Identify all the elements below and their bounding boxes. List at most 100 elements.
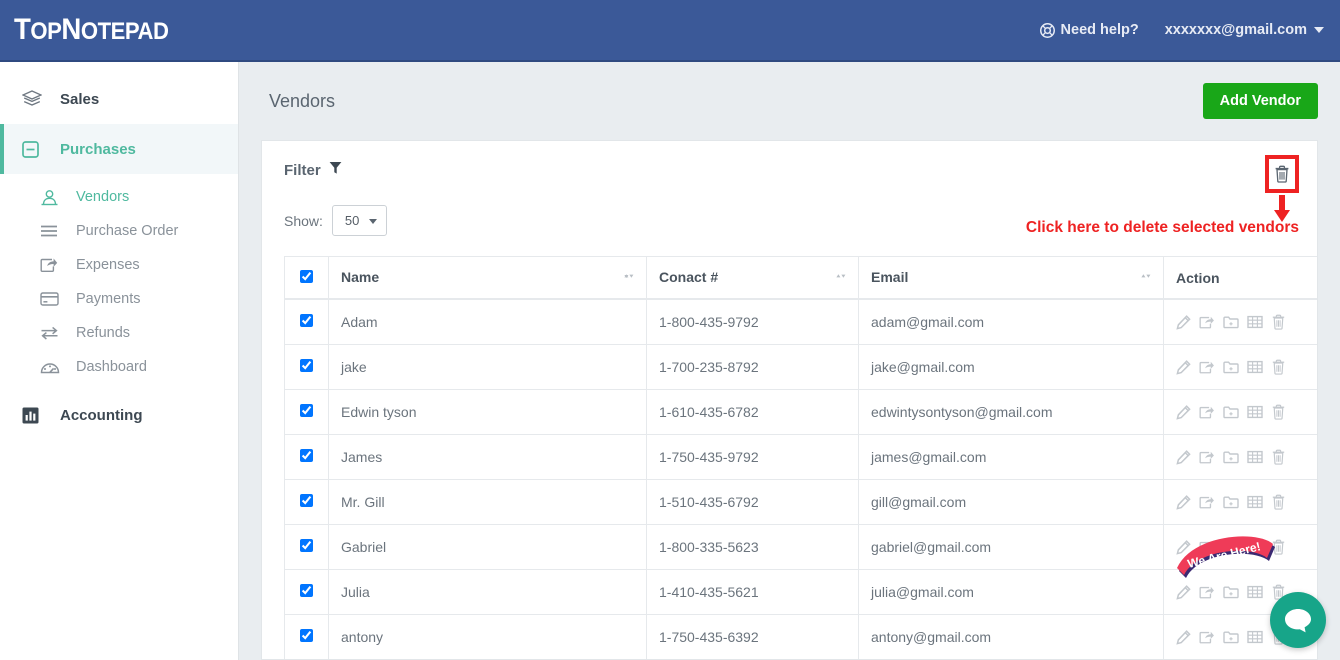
row-select-checkbox[interactable]: [300, 404, 313, 417]
row-action-table-icon[interactable]: [1247, 585, 1263, 599]
row-action-pencil-icon[interactable]: [1176, 314, 1191, 330]
row-action-pencil-icon[interactable]: [1176, 359, 1191, 375]
row-action-share-icon[interactable]: [1199, 360, 1215, 375]
show-entries-select[interactable]: 50: [331, 205, 387, 236]
sidebar-item-purchases[interactable]: Purchases: [0, 124, 238, 174]
row-action-table-icon[interactable]: [1247, 450, 1263, 464]
sidebar-item-vendors[interactable]: Vendors: [0, 180, 238, 214]
top-header-bar: TOPNOTEPAD Need help? xxxxxxx@gmail.com: [0, 0, 1340, 62]
row-action-group: [1176, 359, 1307, 375]
row-action-table-icon[interactable]: [1247, 315, 1263, 329]
row-select-checkbox[interactable]: [300, 359, 313, 372]
row-action-folder-icon[interactable]: [1223, 540, 1239, 554]
row-action-folder-icon[interactable]: [1223, 315, 1239, 329]
row-action-pencil-icon[interactable]: [1176, 449, 1191, 465]
cell-phone: 1-750-435-6392: [646, 614, 859, 659]
need-help-button[interactable]: Need help?: [1039, 22, 1139, 38]
need-help-label: Need help?: [1060, 22, 1139, 38]
row-select-checkbox[interactable]: [300, 449, 313, 462]
cell-name: antony: [328, 614, 647, 659]
column-header-contact[interactable]: Conact #: [646, 256, 859, 300]
row-action-group: [1176, 314, 1307, 330]
row-action-share-icon[interactable]: [1199, 540, 1215, 555]
row-action-pencil-icon[interactable]: [1176, 629, 1191, 645]
cell-name: James: [328, 434, 647, 480]
sidebar-item-sales-label: Sales: [60, 90, 100, 108]
row-action-share-icon[interactable]: [1199, 495, 1215, 510]
cell-phone: 1-410-435-5621: [646, 569, 859, 615]
sidebar-item-purchase-order[interactable]: Purchase Order: [0, 214, 238, 248]
column-header-name[interactable]: Name: [328, 256, 647, 300]
row-action-trash-icon[interactable]: [1271, 314, 1286, 330]
page-header: Vendors Add Vendor: [239, 62, 1340, 140]
column-header-action: Action: [1163, 256, 1317, 300]
row-action-trash-icon[interactable]: [1271, 494, 1286, 510]
select-all-checkbox[interactable]: [300, 269, 313, 283]
row-select-checkbox[interactable]: [300, 494, 313, 507]
sort-updown-icon[interactable]: [624, 269, 634, 286]
row-action-pencil-icon[interactable]: [1176, 584, 1191, 600]
add-vendor-button[interactable]: Add Vendor: [1202, 83, 1318, 119]
sidebar-item-dashboard[interactable]: Dashboard: [0, 350, 238, 384]
row-action-group: [1176, 494, 1307, 510]
row-action-share-icon[interactable]: [1199, 450, 1215, 465]
cell-actions: [1163, 479, 1317, 525]
row-select-cell: [284, 434, 329, 480]
table-head: Name Conact # Email Action: [284, 256, 1317, 300]
sidebar-item-accounting[interactable]: Accounting: [0, 390, 238, 440]
sidebar-item-dashboard-label: Dashboard: [76, 359, 147, 375]
account-menu[interactable]: xxxxxxx@gmail.com: [1165, 22, 1324, 38]
row-action-table-icon[interactable]: [1247, 360, 1263, 374]
cell-phone: 1-700-235-8792: [646, 344, 859, 390]
row-action-trash-icon[interactable]: [1271, 404, 1286, 420]
row-action-table-icon[interactable]: [1247, 540, 1263, 554]
chat-bubble-icon: [1285, 609, 1311, 633]
show-select-wrap: 50: [331, 205, 387, 236]
row-action-share-icon[interactable]: [1199, 405, 1215, 420]
cell-phone: 1-800-435-9792: [646, 298, 859, 345]
row-action-folder-icon[interactable]: [1223, 360, 1239, 374]
column-header-email[interactable]: Email: [858, 256, 1164, 300]
chevron-down-icon: [1314, 27, 1324, 33]
main-content: Vendors Add Vendor Filter Show: 50 Click…: [239, 62, 1340, 660]
row-action-folder-icon[interactable]: [1223, 495, 1239, 509]
row-select-cell: [284, 479, 329, 525]
page-scrollbar[interactable]: [1334, 0, 1340, 598]
row-select-checkbox[interactable]: [300, 584, 313, 597]
row-select-checkbox[interactable]: [300, 539, 313, 552]
chat-launcher-button[interactable]: [1270, 592, 1326, 648]
row-action-group: [1176, 449, 1307, 465]
sidebar-item-expenses[interactable]: Expenses: [0, 248, 238, 282]
sidebar-item-payments[interactable]: Payments: [0, 282, 238, 316]
sort-updown-icon[interactable]: [1141, 269, 1151, 286]
brand-logo[interactable]: TOPNOTEPAD: [14, 13, 169, 47]
row-action-folder-icon[interactable]: [1223, 630, 1239, 644]
row-action-share-icon[interactable]: [1199, 585, 1215, 600]
sidebar-item-payments-label: Payments: [76, 291, 141, 307]
sidebar-item-sales[interactable]: Sales: [0, 74, 238, 124]
row-action-folder-icon[interactable]: [1223, 405, 1239, 419]
row-action-trash-icon[interactable]: [1271, 359, 1286, 375]
row-action-table-icon[interactable]: [1247, 495, 1263, 509]
table-header-row: Name Conact # Email Action: [284, 256, 1317, 300]
cell-email: jake@gmail.com: [858, 344, 1164, 390]
delete-selected-button[interactable]: [1265, 155, 1299, 193]
sort-updown-icon[interactable]: [836, 269, 846, 286]
row-action-share-icon[interactable]: [1199, 315, 1215, 330]
filter-control[interactable]: Filter: [284, 161, 1295, 179]
row-select-checkbox[interactable]: [300, 314, 313, 327]
sidebar-item-refunds[interactable]: Refunds: [0, 316, 238, 350]
row-action-trash-icon[interactable]: [1271, 449, 1286, 465]
row-action-folder-icon[interactable]: [1223, 450, 1239, 464]
row-action-table-icon[interactable]: [1247, 630, 1263, 644]
row-action-pencil-icon[interactable]: [1176, 539, 1191, 555]
life-ring-icon: [1039, 22, 1055, 38]
row-action-pencil-icon[interactable]: [1176, 404, 1191, 420]
row-action-folder-icon[interactable]: [1223, 585, 1239, 599]
row-action-share-icon[interactable]: [1199, 630, 1215, 645]
row-select-checkbox[interactable]: [300, 629, 313, 642]
row-action-trash-icon[interactable]: [1271, 539, 1286, 555]
sidebar-item-purchases-label: Purchases: [60, 140, 136, 158]
row-action-table-icon[interactable]: [1247, 405, 1263, 419]
row-action-pencil-icon[interactable]: [1176, 494, 1191, 510]
